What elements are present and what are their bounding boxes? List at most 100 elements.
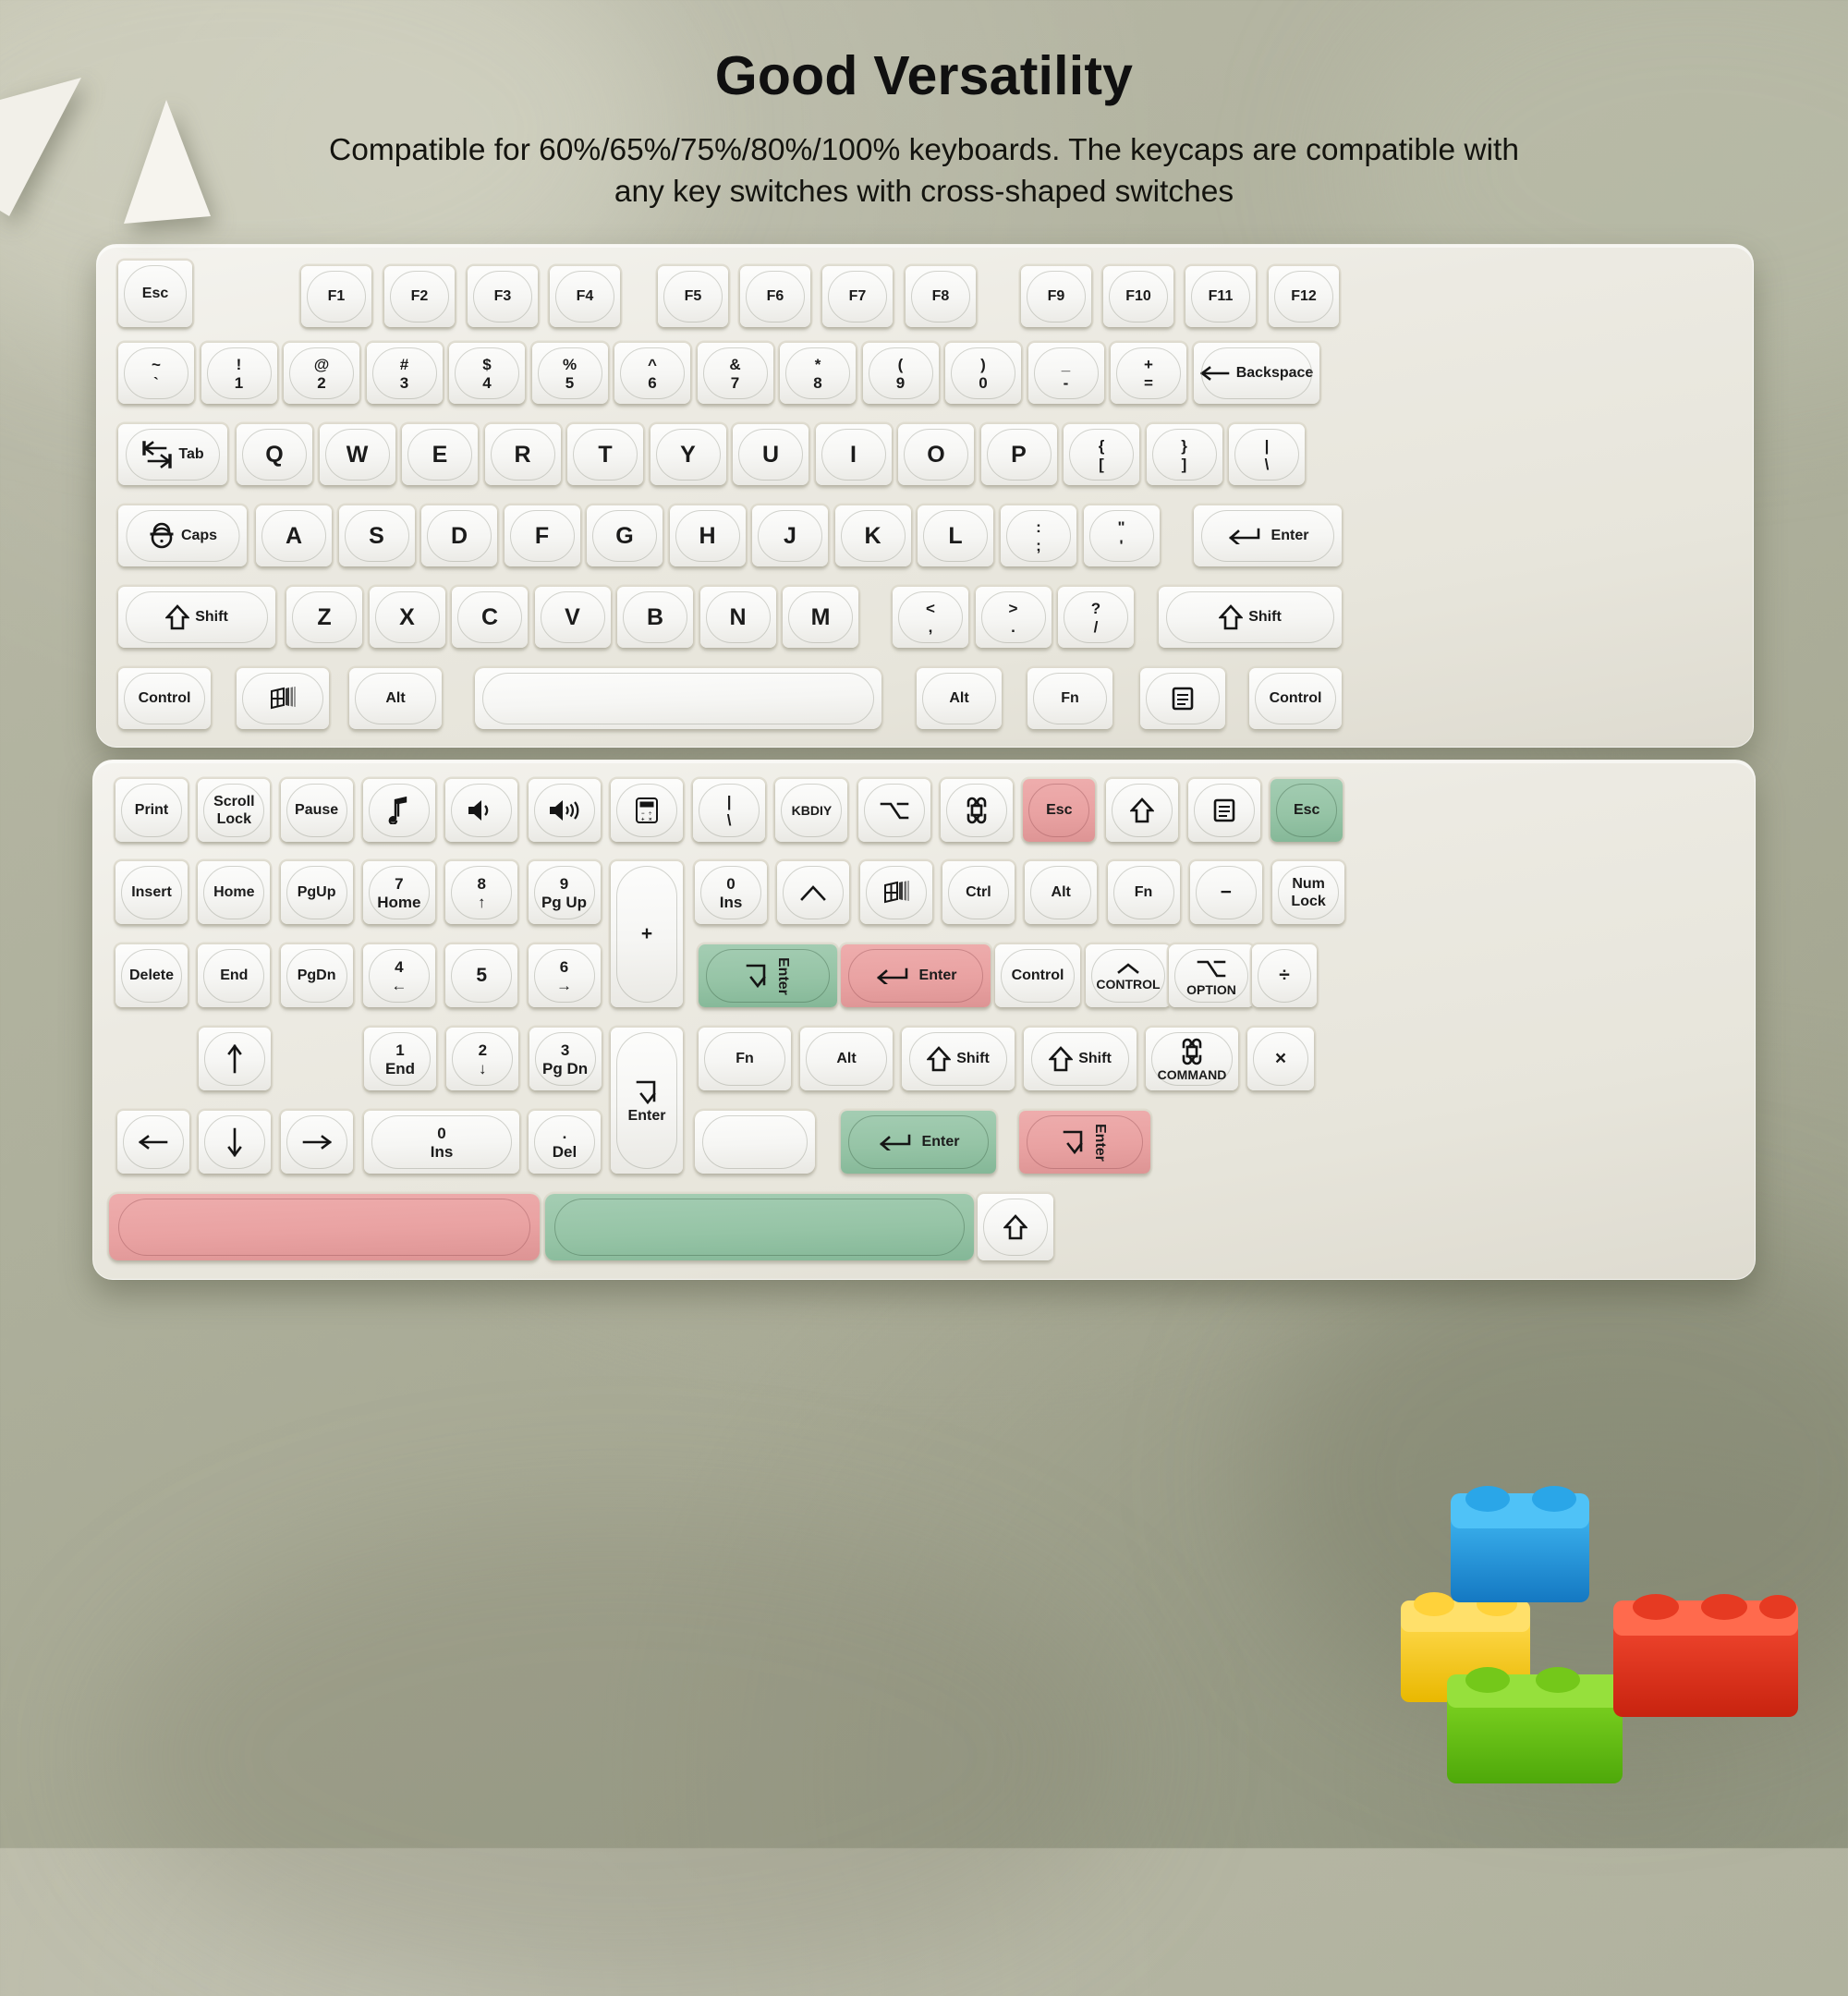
key-f8[interactable]: F8 bbox=[906, 266, 976, 327]
key-backspace[interactable]: Backspace bbox=[1193, 343, 1319, 404]
key-l[interactable]: L bbox=[918, 505, 993, 566]
key-f1[interactable]: F1 bbox=[301, 266, 371, 327]
key-punct2[interactable]: ? / bbox=[1058, 587, 1134, 648]
key-menu[interactable] bbox=[1140, 668, 1225, 729]
key-shift3[interactable]: Shift bbox=[902, 1028, 1015, 1090]
key-semicolon1[interactable]: " ' bbox=[1083, 505, 1160, 566]
key-bracket0[interactable]: {[ bbox=[1064, 424, 1139, 485]
key-1[interactable]: ! 1 bbox=[201, 343, 277, 404]
key-enter-green2[interactable]: Enter bbox=[841, 1111, 996, 1174]
key-m[interactable]: M bbox=[783, 587, 858, 648]
key-np6[interactable]: 6 → bbox=[528, 944, 601, 1007]
key-t[interactable]: T bbox=[567, 424, 643, 485]
key-lalt[interactable]: Alt bbox=[349, 668, 442, 729]
key-np9[interactable]: 9 Pg Up bbox=[528, 861, 601, 924]
key-volume-high[interactable] bbox=[528, 779, 601, 842]
key-insert[interactable]: Insert bbox=[116, 861, 188, 924]
key-f9[interactable]: F9 bbox=[1021, 266, 1091, 327]
key-pause[interactable]: Pause bbox=[280, 779, 353, 842]
key-enter-pink2[interactable]: Enter bbox=[1019, 1111, 1150, 1174]
key-command[interactable] bbox=[941, 779, 1013, 842]
key-arrow-up[interactable] bbox=[199, 1028, 271, 1090]
key-f6[interactable]: F6 bbox=[740, 266, 810, 327]
key-enter[interactable]: Enter bbox=[1194, 505, 1342, 566]
key-divide[interactable]: ÷ bbox=[1252, 944, 1317, 1007]
key-pgdn[interactable]: PgDn bbox=[280, 944, 353, 1007]
key-punct0[interactable]: <, bbox=[893, 587, 968, 648]
key-=[interactable]: + = bbox=[1111, 343, 1186, 404]
key-f5[interactable]: F5 bbox=[658, 266, 728, 327]
key-a[interactable]: A bbox=[256, 505, 332, 566]
key-4[interactable]: $4 bbox=[449, 343, 525, 404]
key-space-small[interactable] bbox=[695, 1111, 815, 1174]
key-alt2[interactable]: Alt bbox=[1025, 861, 1098, 924]
key-2[interactable]: @2 bbox=[284, 343, 359, 404]
key-win-novelty[interactable] bbox=[859, 861, 932, 924]
key-end[interactable]: End bbox=[198, 944, 271, 1007]
key-n[interactable]: N bbox=[699, 587, 776, 648]
key-tab[interactable]: Tab bbox=[118, 424, 227, 485]
key-option2[interactable]: OPTION bbox=[1169, 944, 1254, 1007]
key-f[interactable]: F bbox=[504, 505, 580, 566]
key-kbdiy[interactable]: KBDIY bbox=[775, 779, 848, 842]
key-ctrl[interactable]: Ctrl bbox=[942, 861, 1015, 924]
key-arrow-left[interactable] bbox=[117, 1111, 189, 1174]
key-bracket2[interactable]: | \ bbox=[1229, 424, 1305, 485]
key-g[interactable]: G bbox=[587, 505, 663, 566]
key-command2[interactable]: COMMAND bbox=[1146, 1028, 1238, 1090]
key-shift4[interactable]: Shift bbox=[1024, 1028, 1137, 1090]
key-8[interactable]: * 8 bbox=[780, 343, 856, 404]
key-d[interactable]: D bbox=[421, 505, 497, 566]
key-control-caret[interactable]: CONTROL bbox=[1086, 944, 1171, 1007]
key-k[interactable]: K bbox=[834, 505, 911, 566]
key-chevron-up[interactable] bbox=[777, 861, 850, 924]
key-v[interactable]: V bbox=[534, 587, 611, 648]
key-f4[interactable]: F4 bbox=[550, 266, 620, 327]
key-windows[interactable] bbox=[237, 668, 329, 729]
key-shift-novelty[interactable] bbox=[1105, 779, 1178, 842]
key-j[interactable]: J bbox=[752, 505, 828, 566]
key-0[interactable]: ) 0 bbox=[945, 343, 1021, 404]
key-u[interactable]: U bbox=[733, 424, 808, 485]
key-esc[interactable]: Esc bbox=[118, 261, 192, 327]
key-np-dot[interactable]: . Del bbox=[529, 1111, 601, 1174]
key-space[interactable] bbox=[475, 668, 881, 729]
key-f10[interactable]: F10 bbox=[1103, 266, 1173, 327]
key-multiply[interactable]: × bbox=[1247, 1028, 1314, 1090]
key-alt3[interactable]: Alt bbox=[800, 1028, 893, 1090]
key-fn2[interactable]: Fn bbox=[1107, 861, 1180, 924]
key-punct1[interactable]: >. bbox=[975, 587, 1052, 648]
key-r[interactable]: R bbox=[484, 424, 561, 485]
key-b[interactable]: B bbox=[617, 587, 693, 648]
key-w[interactable]: W bbox=[319, 424, 395, 485]
key-7[interactable]: & 7 bbox=[697, 343, 773, 404]
key-h[interactable]: H bbox=[669, 505, 746, 566]
key-print[interactable]: Print bbox=[116, 779, 188, 842]
key-scrolllock[interactable]: Scroll Lock bbox=[198, 779, 271, 842]
key-np-plus[interactable]: + bbox=[611, 861, 683, 1007]
key-home[interactable]: Home bbox=[198, 861, 271, 924]
key-np7[interactable]: 7 Home bbox=[362, 861, 435, 924]
key-9[interactable]: (9 bbox=[862, 343, 939, 404]
key-arrow-right[interactable] bbox=[281, 1111, 353, 1174]
key-bracket1[interactable]: }] bbox=[1146, 424, 1222, 485]
key-arrow-down[interactable] bbox=[199, 1111, 271, 1174]
key-esc-pink[interactable]: Esc bbox=[1023, 779, 1096, 842]
key-pipe[interactable]: | \ bbox=[693, 779, 766, 842]
key-ralt[interactable]: Alt bbox=[917, 668, 1002, 729]
key-lcontrol[interactable]: Control bbox=[118, 668, 211, 729]
key-option[interactable] bbox=[857, 779, 930, 842]
key-np2[interactable]: 2 ↓ bbox=[446, 1028, 519, 1090]
key-pgup[interactable]: PgUp bbox=[280, 861, 353, 924]
key-`[interactable]: ~ ` bbox=[118, 343, 194, 404]
key-numlock[interactable]: Num Lock bbox=[1272, 861, 1345, 924]
key-q[interactable]: Q bbox=[237, 424, 312, 485]
key-fn[interactable]: Fn bbox=[1027, 668, 1112, 729]
key-menu-novelty[interactable] bbox=[1187, 779, 1260, 842]
key-np4[interactable]: 4 ← bbox=[362, 944, 435, 1007]
key-spacebar-pink[interactable] bbox=[109, 1194, 540, 1260]
key-rshift[interactable]: Shift bbox=[1159, 587, 1342, 648]
key-music[interactable] bbox=[362, 779, 435, 842]
key-enter-green[interactable]: Enter bbox=[699, 944, 837, 1007]
key-i[interactable]: I bbox=[815, 424, 892, 485]
